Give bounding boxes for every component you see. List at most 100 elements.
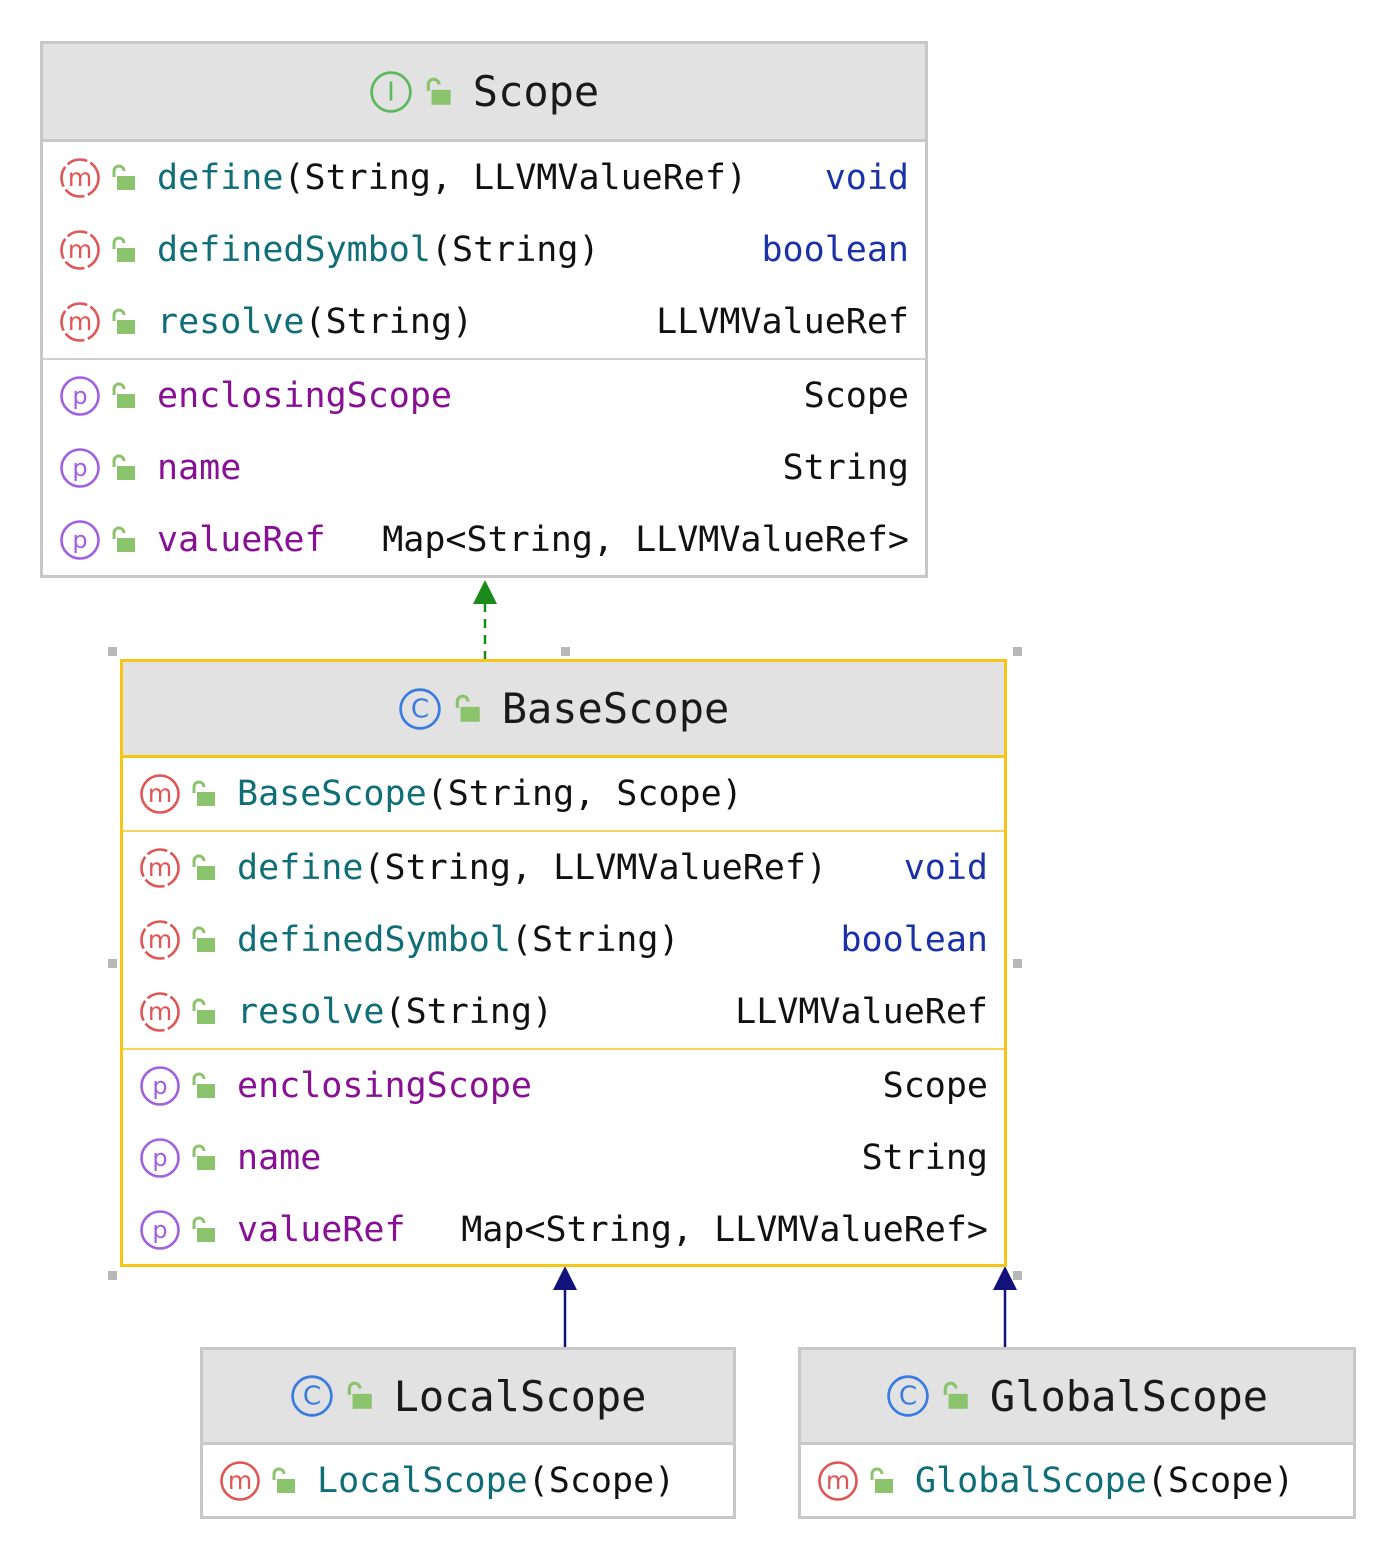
public-lock-icon: [192, 926, 215, 952]
property-row[interactable]: p enclosingScope Scope: [123, 1050, 1004, 1122]
svg-text:m: m: [148, 925, 172, 954]
basescope-header[interactable]: C BaseScope: [123, 662, 1004, 758]
constructor-row[interactable]: m LocalScope (Scope): [203, 1445, 733, 1517]
public-lock-icon: [112, 236, 135, 262]
selection-handle[interactable]: [108, 1271, 117, 1280]
properties-section: p enclosingScope Scope p name String p valueRef…: [43, 360, 925, 576]
method-row[interactable]: m definedSymbol (String) boolean: [123, 904, 1004, 976]
return-type: void: [824, 158, 909, 198]
property-icon: p: [140, 1138, 180, 1178]
method-icon: m: [818, 1461, 858, 1501]
public-lock-icon: [272, 1467, 295, 1493]
svg-text:I: I: [387, 77, 395, 107]
public-lock-icon: [192, 1072, 215, 1098]
method-params: (String, Scope): [426, 774, 743, 814]
globalscope-class-box[interactable]: C GlobalScope m GlobalScope (Scope): [798, 1347, 1356, 1519]
method-row[interactable]: m resolve (String) LLVMValueRef: [123, 976, 1004, 1048]
method-params: (String, LLVMValueRef): [283, 158, 748, 198]
property-row[interactable]: p valueRef Map<String, LLVMValueRef>: [43, 504, 925, 576]
method-name: define: [157, 158, 284, 198]
method-name: LocalScope: [317, 1461, 528, 1501]
method-row[interactable]: m define (String, LLVMValueRef) void: [123, 832, 1004, 904]
return-type: LLVMValueRef: [656, 302, 909, 342]
svg-text:p: p: [152, 1072, 167, 1100]
scope-interface-box[interactable]: I Scope m define (String, LLVMValueRef) voi…: [40, 41, 928, 578]
method-params: (String): [430, 230, 600, 270]
method-params: (Scope): [527, 1461, 676, 1501]
extends-arrowhead-local: [553, 1266, 577, 1290]
selection-handle[interactable]: [561, 647, 570, 656]
method-params: (String): [384, 992, 554, 1032]
public-lock-icon: [930, 1380, 972, 1412]
property-row[interactable]: p enclosingScope Scope: [43, 360, 925, 432]
selection-handle[interactable]: [1013, 647, 1022, 656]
return-type: void: [903, 848, 988, 888]
method-name: resolve: [237, 992, 385, 1032]
selection-handle[interactable]: [1013, 1271, 1022, 1280]
method-name: resolve: [157, 302, 305, 342]
method-icon: m: [60, 158, 100, 198]
public-lock-icon: [112, 454, 135, 480]
class-title: BaseScope: [501, 684, 730, 733]
svg-text:m: m: [826, 1466, 850, 1495]
property-name: enclosingScope: [157, 376, 453, 416]
constructor-row[interactable]: m GlobalScope (Scope): [801, 1445, 1353, 1517]
localscope-class-box[interactable]: C LocalScope m LocalScope (Scope): [200, 1347, 736, 1519]
property-name: valueRef: [157, 520, 326, 560]
property-icon: p: [60, 520, 100, 560]
property-row[interactable]: p valueRef Map<String, LLVMValueRef>: [123, 1194, 1004, 1266]
method-name: definedSymbol: [157, 230, 431, 270]
method-name: GlobalScope: [915, 1461, 1147, 1501]
method-icon: m: [140, 992, 180, 1032]
property-row[interactable]: p name String: [43, 432, 925, 504]
svg-text:m: m: [148, 997, 172, 1026]
method-icon: m: [60, 302, 100, 342]
svg-text:p: p: [72, 526, 87, 554]
method-name: define: [237, 848, 364, 888]
public-lock-icon: [442, 693, 484, 725]
method-params: (String): [510, 920, 680, 960]
public-lock-icon: [192, 780, 215, 806]
methods-section: m define (String, LLVMValueRef) void m define…: [123, 832, 1004, 1050]
property-type: Map<String, LLVMValueRef>: [382, 520, 909, 560]
selection-handle[interactable]: [1013, 959, 1022, 968]
selection-handle[interactable]: [108, 647, 117, 656]
basescope-class-box[interactable]: C BaseScope m BaseScope (String, Scope) md…: [120, 659, 1007, 1267]
public-lock-icon: [112, 526, 135, 552]
method-row[interactable]: m define (String, LLVMValueRef) void: [43, 142, 925, 214]
property-name: name: [237, 1138, 322, 1178]
class-title: Scope: [472, 67, 600, 116]
return-type: LLVMValueRef: [735, 992, 988, 1032]
properties-section: p enclosingScope Scope p name String p valueRef…: [123, 1050, 1004, 1266]
class-icon: C: [398, 687, 442, 731]
svg-text:p: p: [72, 454, 87, 482]
public-lock-icon: [192, 998, 215, 1024]
class-icon: C: [886, 1374, 930, 1418]
method-row[interactable]: m definedSymbol (String) boolean: [43, 214, 925, 286]
property-row[interactable]: p name String: [123, 1122, 1004, 1194]
globalscope-header[interactable]: C GlobalScope: [801, 1350, 1353, 1445]
scope-header[interactable]: I Scope: [43, 44, 925, 142]
property-type: String: [782, 448, 909, 488]
class-title: LocalScope: [393, 1371, 647, 1421]
svg-text:m: m: [68, 163, 92, 192]
constructor-row[interactable]: m BaseScope (String, Scope): [123, 758, 1004, 830]
svg-text:p: p: [152, 1144, 167, 1172]
public-lock-icon: [112, 164, 135, 190]
svg-text:C: C: [302, 1381, 320, 1411]
return-type: boolean: [840, 920, 988, 960]
svg-text:p: p: [72, 382, 87, 410]
selection-handle[interactable]: [108, 959, 117, 968]
property-name: name: [157, 448, 242, 488]
method-icon: m: [140, 774, 180, 814]
svg-text:m: m: [68, 235, 92, 264]
public-lock-icon: [870, 1467, 893, 1493]
svg-text:m: m: [148, 853, 172, 882]
property-icon: p: [140, 1066, 180, 1106]
method-row[interactable]: m resolve (String) LLVMValueRef: [43, 286, 925, 358]
method-name: definedSymbol: [237, 920, 511, 960]
localscope-header[interactable]: C LocalScope: [203, 1350, 733, 1445]
public-lock-icon: [413, 76, 455, 108]
public-lock-icon: [334, 1380, 376, 1412]
property-icon: p: [140, 1210, 180, 1250]
